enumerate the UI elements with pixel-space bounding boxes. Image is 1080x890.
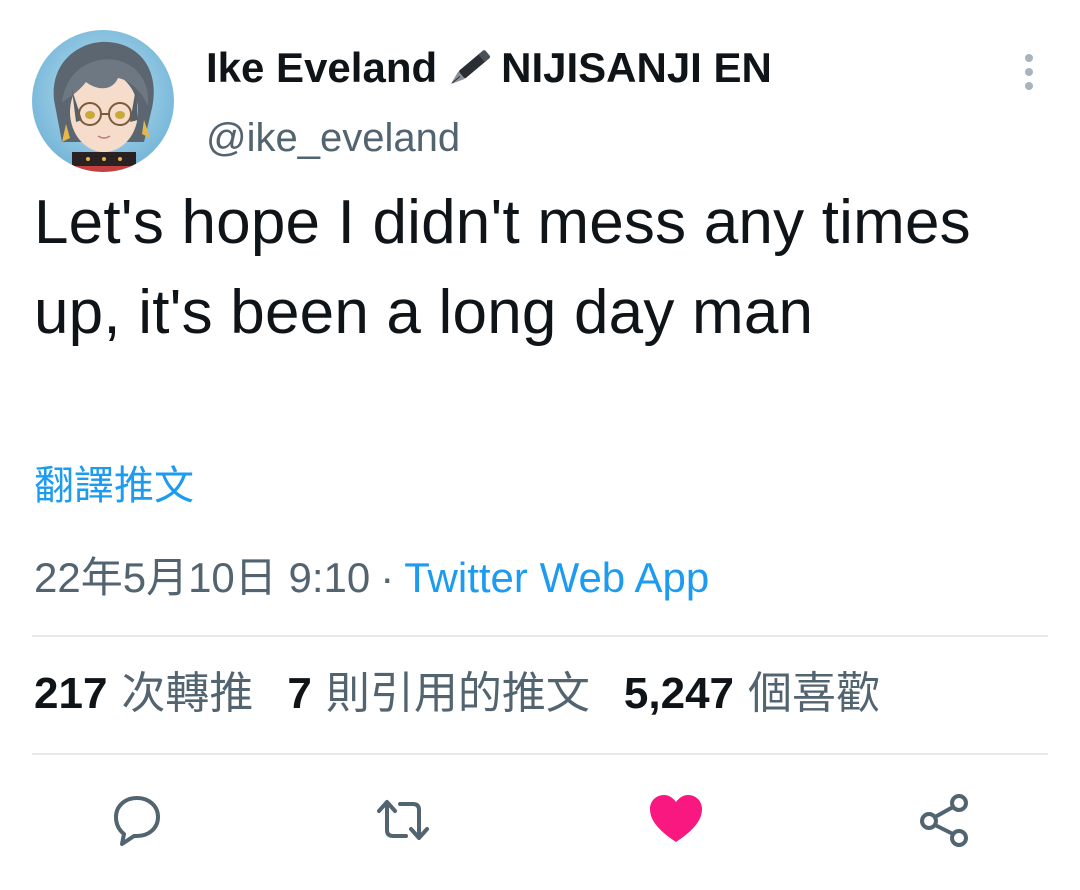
- quotes-label: 則引用的推文: [325, 669, 590, 718]
- reply-button[interactable]: [106, 790, 166, 850]
- tweet-stats: 217 次轉推 7 則引用的推文 5,247 個喜歡: [34, 664, 914, 724]
- reply-icon: [114, 796, 160, 846]
- fountain-pen-icon: [441, 43, 499, 93]
- divider: [32, 753, 1048, 755]
- quotes-count: 7: [287, 669, 312, 718]
- retweets-count: 217: [34, 669, 108, 718]
- anime-avatar-icon: [32, 30, 174, 172]
- meta-separator: ·: [380, 554, 395, 601]
- author-block: Ike Eveland NIJISANJI EN @ike_eveland: [206, 40, 772, 166]
- retweet-button[interactable]: [373, 790, 433, 850]
- tweet-meta: 22年5月10日 9:10 · Twitter Web App: [34, 548, 709, 608]
- like-button[interactable]: [646, 790, 706, 850]
- timestamp[interactable]: 22年5月10日 9:10: [34, 554, 370, 601]
- avatar[interactable]: [32, 30, 174, 172]
- display-name[interactable]: Ike Eveland NIJISANJI EN: [206, 40, 772, 96]
- likes-label: 個喜歡: [748, 669, 881, 718]
- divider: [32, 635, 1048, 637]
- retweet-icon: [377, 800, 429, 840]
- share-button[interactable]: [914, 790, 974, 850]
- user-handle[interactable]: @ike_eveland: [206, 110, 772, 166]
- share-icon: [920, 794, 968, 847]
- display-name-text: Ike Eveland: [206, 44, 438, 91]
- display-name-suffix: NIJISANJI EN: [501, 44, 772, 91]
- tweet-detail: Ike Eveland NIJISANJI EN @ike_eveland Le…: [0, 0, 1080, 890]
- likes-count: 5,247: [623, 669, 735, 718]
- more-options-button[interactable]: [1016, 52, 1042, 92]
- tweet-text: Let's hope I didn't mess any times up, i…: [34, 188, 971, 347]
- tweet-source-link[interactable]: Twitter Web App: [404, 554, 709, 601]
- retweets-stat[interactable]: 217 次轉推: [34, 664, 253, 724]
- quotes-stat[interactable]: 7 則引用的推文: [287, 664, 589, 724]
- likes-stat[interactable]: 5,247 個喜歡: [624, 664, 880, 724]
- retweets-label: 次轉推: [121, 669, 254, 718]
- translate-tweet-link[interactable]: 翻譯推文: [34, 458, 194, 514]
- heart-filled-icon: [650, 795, 702, 842]
- more-vertical-icon: [1025, 54, 1033, 90]
